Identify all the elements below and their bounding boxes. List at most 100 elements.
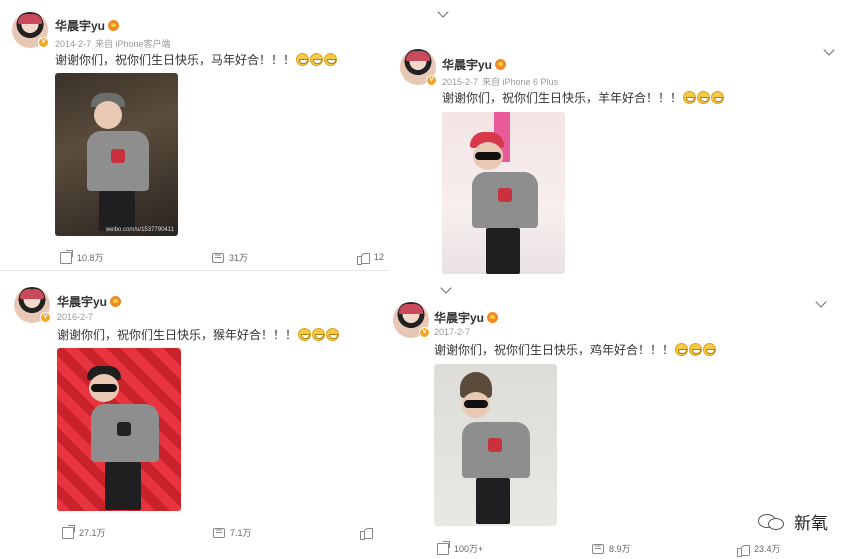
photo-watermark: weibo.com/u/1537790411	[105, 227, 174, 233]
post-meta: 2016-2-7	[57, 312, 97, 322]
post-date: 2015-2-7	[442, 77, 479, 87]
smile-emoji-icon	[697, 91, 711, 104]
post-date: 2016-2-7	[57, 312, 94, 322]
smile-emoji-icon	[310, 53, 324, 66]
post-meta: 2017-2-7	[434, 327, 474, 337]
sweater-logo	[111, 149, 125, 163]
share-count: 10.8万	[77, 253, 104, 263]
author-name-text: 华晨宇yu	[442, 58, 493, 72]
weibo-post-2015: v 华晨宇yu 2015-2-7 来自 iPhone 6 Plus 谢谢你们，祝你…	[390, 30, 840, 288]
like-icon	[737, 543, 750, 557]
comment-count: 31万	[229, 253, 249, 263]
sunglasses	[475, 152, 501, 160]
author-name-text: 华晨宇yu	[434, 311, 485, 325]
post-meta: 2015-2-7 来自 iPhone 6 Plus	[442, 75, 558, 88]
post-date: 2017-2-7	[434, 327, 471, 337]
share-icon	[62, 524, 75, 539]
author-name[interactable]: 华晨宇yu	[442, 56, 507, 73]
post-actions: 27.1万 7.1万	[62, 524, 382, 544]
person-figure	[79, 91, 159, 231]
person-figure	[464, 128, 546, 274]
share-button[interactable]: 10.8万	[60, 249, 104, 264]
chevron-down-icon[interactable]	[823, 44, 835, 56]
smile-emoji-icon	[675, 343, 689, 356]
smile-emoji-icon	[296, 53, 310, 66]
smile-emoji-icon	[312, 328, 326, 341]
member-badge-icon	[110, 296, 122, 307]
author-name[interactable]: 华晨宇yu	[57, 293, 122, 310]
person-figure	[454, 372, 540, 524]
comment-button[interactable]: 8.9万	[592, 542, 631, 555]
like-button[interactable]: 23.4万	[737, 542, 781, 557]
author-name[interactable]: 华晨宇yu	[55, 17, 120, 34]
divider	[0, 270, 388, 271]
smile-emoji-icon	[683, 91, 697, 104]
chevron-down-icon[interactable]	[815, 296, 827, 308]
comment-icon	[213, 527, 225, 538]
post-source: 来自 iPhone客户端	[95, 39, 171, 49]
like-icon	[357, 251, 370, 265]
verified-badge-icon: v	[419, 327, 430, 338]
author-name[interactable]: 华晨宇yu	[434, 309, 499, 326]
post-text: 谢谢你们，祝你们生日快乐，马年好合！！！	[55, 51, 338, 68]
legs	[99, 191, 135, 231]
like-count: 12	[374, 252, 385, 262]
sunglasses	[464, 400, 488, 408]
post-actions: 10.8万 31万 12	[60, 249, 390, 269]
comment-icon	[212, 252, 224, 263]
share-count: 27.1万	[79, 528, 106, 538]
share-button[interactable]: 27.1万	[62, 524, 106, 539]
chevron-down-icon[interactable]	[437, 6, 449, 18]
like-button[interactable]: 12	[357, 251, 385, 265]
comment-count: 8.9万	[609, 544, 631, 554]
member-badge-icon	[495, 59, 507, 70]
smile-emoji-icon	[703, 343, 717, 356]
share-count: 100万+	[454, 544, 484, 554]
author-name-text: 华晨宇yu	[55, 19, 106, 33]
legs	[105, 462, 141, 510]
wechat-bubble-icon	[758, 512, 788, 532]
sweater-logo	[498, 188, 512, 202]
verified-badge-icon: v	[426, 75, 437, 86]
smile-emoji-icon	[298, 328, 312, 341]
sweater-logo	[117, 422, 131, 436]
post-meta: 2014-2-7 来自 iPhone客户端	[55, 37, 171, 50]
weibo-post-2014: v 华晨宇yu 2014-2-7 来自 iPhone客户端 谢谢你们，祝你们生日快…	[0, 0, 390, 272]
like-button[interactable]	[360, 526, 377, 540]
comment-button[interactable]: 7.1万	[213, 526, 252, 539]
person-figure	[79, 362, 169, 510]
share-icon	[60, 249, 73, 264]
sweater-logo	[488, 438, 502, 452]
legs	[476, 478, 510, 524]
post-photo[interactable]	[57, 348, 181, 511]
post-text: 谢谢你们，祝你们生日快乐，羊年好合！！！	[442, 89, 725, 106]
post-actions: 100万+ 8.9万 23.4万	[437, 540, 837, 559]
head	[94, 101, 122, 129]
post-text-content: 谢谢你们，祝你们生日快乐，羊年好合！！！	[442, 91, 683, 105]
verified-badge-icon: v	[40, 312, 51, 323]
sunglasses	[91, 384, 117, 392]
comment-icon	[592, 543, 604, 554]
member-badge-icon	[487, 312, 499, 323]
post-photo[interactable]: weibo.com/u/1537790411	[55, 73, 178, 236]
post-date: 2014-2-7	[55, 39, 92, 49]
post-source: 来自 iPhone 6 Plus	[482, 77, 559, 87]
verified-badge-icon: v	[38, 37, 49, 48]
comment-button[interactable]: 31万	[212, 251, 248, 264]
post-text-content: 谢谢你们，祝你们生日快乐，猴年好合！！！	[57, 328, 298, 342]
post-text: 谢谢你们，祝你们生日快乐，猴年好合！！！	[57, 326, 340, 343]
smile-emoji-icon	[326, 328, 340, 341]
smile-emoji-icon	[324, 53, 338, 66]
like-icon	[360, 526, 373, 540]
post-text-content: 谢谢你们，祝你们生日快乐，鸡年好合！！！	[434, 343, 675, 357]
post-photo[interactable]	[442, 112, 565, 274]
weibo-post-2016: v 华晨宇yu 2016-2-7 谢谢你们，祝你们生日快乐，猴年好合！！！ 27…	[0, 276, 390, 559]
share-button[interactable]: 100万+	[437, 540, 484, 555]
post-photo[interactable]	[434, 364, 557, 526]
legs	[486, 228, 520, 274]
like-count: 23.4万	[754, 544, 781, 554]
smile-emoji-icon	[711, 91, 725, 104]
share-icon	[437, 540, 450, 555]
member-badge-icon	[108, 20, 120, 31]
comment-count: 7.1万	[230, 528, 252, 538]
